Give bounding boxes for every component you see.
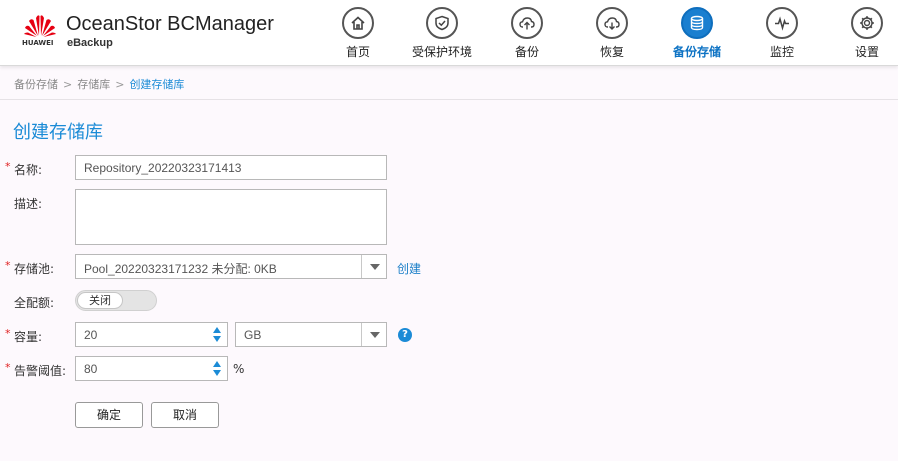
breadcrumb-item-backup-storage[interactable]: 备份存储 bbox=[14, 78, 58, 91]
arrow-up-icon[interactable] bbox=[213, 361, 221, 367]
nav-backup[interactable]: 备份 bbox=[485, 6, 569, 62]
ok-button[interactable]: 确定 bbox=[75, 402, 143, 428]
required-mark: * bbox=[5, 160, 11, 173]
pool-select-value: Pool_20220323171232 未分配: 0KB bbox=[84, 262, 277, 276]
huawei-logo-icon bbox=[24, 15, 56, 37]
required-mark: * bbox=[5, 361, 11, 374]
nav-backup-storage-label: 备份存储 bbox=[672, 45, 721, 59]
nav-home-label: 首页 bbox=[345, 45, 370, 59]
name-input[interactable]: Repository_20220323171413 bbox=[75, 155, 387, 180]
alarm-threshold-value: 80 bbox=[84, 362, 98, 376]
description-label: 描述: bbox=[14, 197, 43, 211]
breadcrumb-item-repository[interactable]: 存储库 bbox=[77, 78, 110, 91]
nav-protected-env-label: 受保护环境 bbox=[411, 45, 472, 59]
arrow-down-icon[interactable] bbox=[213, 370, 221, 376]
arrow-down-icon[interactable] bbox=[213, 336, 221, 342]
stepper-arrows[interactable] bbox=[213, 360, 223, 378]
breadcrumb-separator: > bbox=[63, 78, 73, 91]
nav-backup-storage[interactable]: 备份存储 bbox=[655, 6, 739, 62]
nav-protected-env[interactable]: 受保护环境 bbox=[400, 6, 484, 62]
database-icon bbox=[681, 7, 713, 39]
nav-backup-label: 备份 bbox=[514, 45, 539, 59]
home-icon bbox=[342, 7, 374, 39]
full-quota-toggle[interactable]: 关闭 bbox=[75, 290, 157, 311]
percent-unit: % bbox=[233, 362, 245, 376]
brand-text: HUAWEI bbox=[22, 39, 54, 47]
nav-restore[interactable]: 恢复 bbox=[570, 6, 654, 62]
nav-restore-label: 恢复 bbox=[599, 45, 624, 59]
alarm-threshold-label: 告警阈值: bbox=[14, 364, 67, 378]
name-label: 名称: bbox=[14, 163, 43, 177]
help-icon[interactable]: ? bbox=[398, 328, 412, 342]
pulse-icon bbox=[766, 7, 798, 39]
cancel-button[interactable]: 取消 bbox=[151, 402, 219, 428]
nav-settings-label: 设置 bbox=[854, 45, 879, 59]
app-subtitle: eBackup bbox=[67, 37, 113, 49]
required-mark: * bbox=[5, 327, 11, 340]
alarm-threshold-stepper[interactable]: 80 bbox=[75, 356, 228, 381]
divider bbox=[0, 99, 898, 100]
gear-icon bbox=[851, 7, 883, 39]
shield-icon bbox=[426, 7, 458, 39]
breadcrumb: 备份存储 > 存储库 > 创建存储库 bbox=[14, 76, 184, 92]
app-header: HUAWEI OceanStor BCManager eBackup 首页 受保… bbox=[0, 0, 898, 66]
capacity-value: 20 bbox=[84, 328, 98, 342]
pool-label: 存储池: bbox=[14, 262, 55, 276]
cloud-upload-icon bbox=[511, 7, 543, 39]
required-mark: * bbox=[5, 259, 11, 272]
page-title: 创建存储库 bbox=[13, 122, 103, 143]
nav-home[interactable]: 首页 bbox=[316, 6, 400, 62]
cloud-download-icon bbox=[596, 7, 628, 39]
capacity-stepper[interactable]: 20 bbox=[75, 322, 228, 347]
huawei-logo: HUAWEI bbox=[22, 12, 58, 47]
full-quota-label: 全配额: bbox=[14, 296, 55, 310]
create-pool-link[interactable]: 创建 bbox=[397, 260, 421, 277]
breadcrumb-separator: > bbox=[115, 78, 125, 91]
nav-settings[interactable]: 设置 bbox=[825, 6, 898, 62]
toggle-knob: 关闭 bbox=[77, 292, 123, 309]
chevron-down-icon[interactable] bbox=[361, 323, 386, 346]
capacity-label: 容量: bbox=[14, 330, 43, 344]
nav-monitor-label: 监控 bbox=[769, 45, 794, 59]
nav-monitor[interactable]: 监控 bbox=[740, 6, 824, 62]
breadcrumb-item-current: 创建存储库 bbox=[129, 78, 185, 91]
capacity-unit-value: GB bbox=[244, 328, 262, 342]
pool-select[interactable]: Pool_20220323171232 未分配: 0KB bbox=[75, 254, 387, 279]
app-title: OceanStor BCManager bbox=[66, 13, 274, 35]
chevron-down-icon[interactable] bbox=[361, 255, 386, 278]
description-textarea[interactable] bbox=[75, 189, 387, 245]
capacity-unit-select[interactable]: GB bbox=[235, 322, 387, 347]
stepper-arrows[interactable] bbox=[213, 326, 223, 344]
arrow-up-icon[interactable] bbox=[213, 327, 221, 333]
